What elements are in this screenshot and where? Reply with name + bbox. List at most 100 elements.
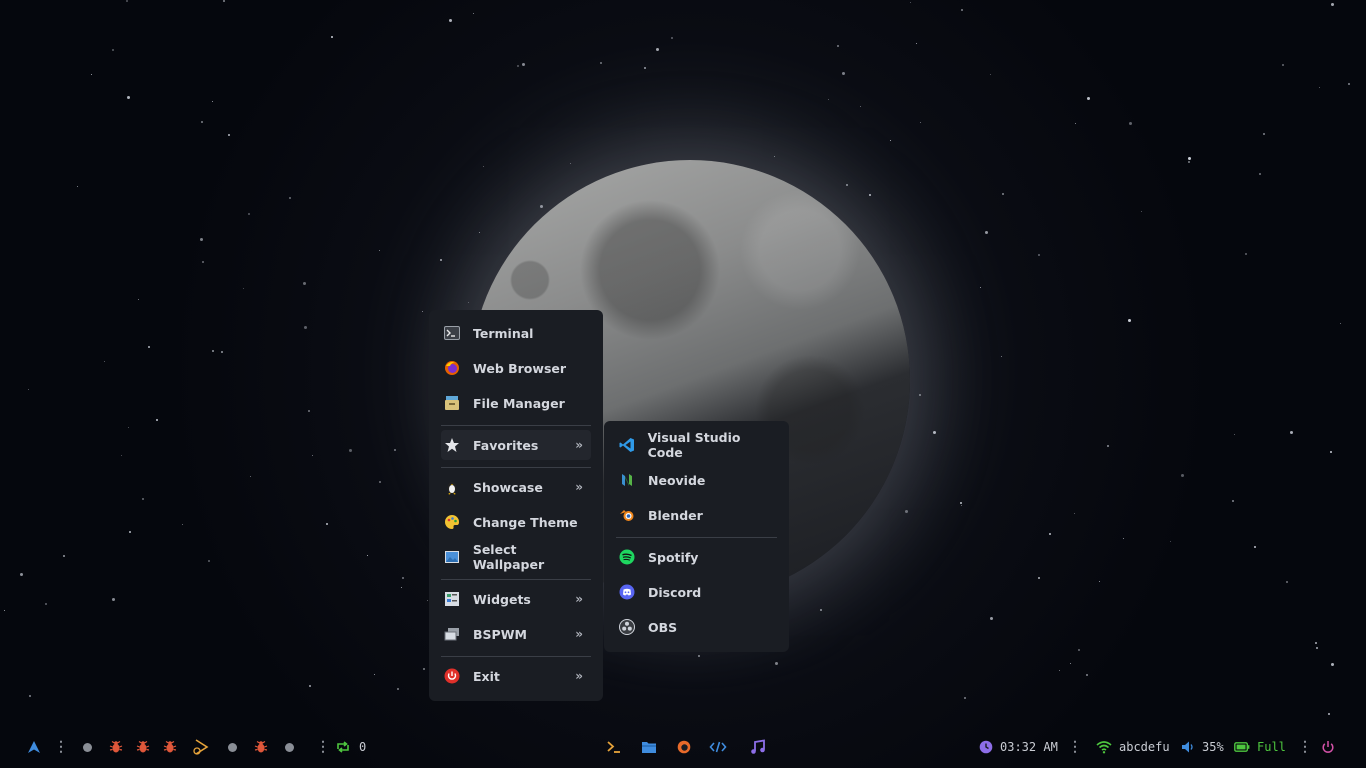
star (517, 65, 519, 67)
submenu-item-vscode[interactable]: Visual Studio Code (616, 430, 777, 460)
bspwm-icon (443, 625, 461, 643)
star (309, 685, 311, 687)
star (1245, 253, 1247, 255)
code-editor-launcher[interactable] (709, 732, 727, 762)
vscode-icon (618, 436, 636, 454)
updates-widget[interactable]: 0 (335, 732, 366, 762)
workspace-1[interactable] (83, 732, 92, 762)
menu-item-favorites[interactable]: Favorites » (441, 430, 591, 460)
menu-item-widgets[interactable]: Widgets » (441, 584, 591, 614)
star (985, 231, 988, 234)
terminal-prompt-icon (607, 741, 620, 753)
workspace-2[interactable] (109, 732, 123, 762)
menu-item-label: Showcase (473, 479, 543, 495)
menu-item-bspwm[interactable]: BSPWM » (441, 619, 591, 649)
star (20, 573, 23, 576)
clock-time: 03:32 AM (1000, 740, 1058, 754)
star (427, 600, 428, 601)
star (468, 302, 469, 303)
submenu-item-obs[interactable]: OBS (616, 612, 777, 642)
workspace-8[interactable] (285, 732, 294, 762)
star (304, 326, 307, 329)
star (961, 9, 963, 11)
submenu-item-spotify[interactable]: Spotify (616, 542, 777, 572)
volume-widget[interactable]: 35% (1181, 732, 1224, 762)
menu-item-file-manager[interactable]: File Manager (441, 388, 591, 418)
star (182, 524, 183, 525)
workspace-3[interactable] (136, 732, 150, 762)
workspace-7[interactable] (254, 732, 268, 762)
separator-dots-icon: ⋮ (316, 739, 330, 755)
star (1340, 323, 1341, 324)
menu-item-change-theme[interactable]: Change Theme (441, 507, 591, 537)
star (540, 205, 543, 208)
menu-item-label: BSPWM (473, 626, 527, 642)
star (600, 62, 602, 64)
clock-widget[interactable]: 03:32 AM (979, 732, 1058, 762)
star (1128, 319, 1131, 322)
power-menu-button[interactable] (1321, 732, 1335, 762)
star-icon (443, 436, 461, 454)
submenu-item-neovide[interactable]: Neovide (616, 465, 777, 495)
submenu-item-label: OBS (648, 619, 678, 635)
workspace-4[interactable] (163, 732, 177, 762)
star (289, 197, 291, 199)
submenu-item-blender[interactable]: Blender (616, 500, 777, 530)
network-widget[interactable]: abcdefu (1096, 732, 1170, 762)
star (990, 74, 991, 75)
star (961, 505, 962, 506)
arch-launcher-icon[interactable] (27, 732, 41, 762)
star (4, 610, 5, 611)
star (200, 238, 203, 241)
file-manager-launcher[interactable] (641, 732, 657, 762)
star (1141, 211, 1142, 212)
updates-count: 0 (359, 740, 367, 754)
star (422, 311, 423, 312)
star (1086, 674, 1088, 676)
menu-item-label: Terminal (473, 325, 534, 341)
star (331, 36, 333, 38)
star (775, 662, 778, 665)
star (656, 48, 659, 51)
menu-item-label: Exit (473, 668, 500, 684)
music-launcher[interactable] (750, 732, 766, 762)
submenu-item-label: Discord (648, 584, 702, 600)
clock-icon (979, 740, 993, 754)
menu-item-exit[interactable]: Exit » (441, 661, 591, 691)
star (960, 502, 962, 504)
star (91, 74, 92, 75)
submenu-item-discord[interactable]: Discord (616, 577, 777, 607)
star (671, 37, 673, 39)
menu-item-select-wallpaper[interactable]: Select Wallpaper (441, 542, 591, 572)
obs-icon (618, 618, 636, 636)
star (980, 287, 981, 288)
menu-item-web-browser[interactable]: Web Browser (441, 353, 591, 383)
workspace-5-active[interactable] (191, 732, 209, 762)
star (308, 410, 310, 412)
battery-widget[interactable]: Full (1234, 732, 1286, 762)
star (1078, 649, 1080, 651)
star (202, 261, 204, 263)
menu-separator (441, 425, 591, 426)
terminal-launcher[interactable] (606, 732, 622, 762)
star (212, 350, 214, 352)
music-note-icon (751, 739, 765, 754)
star (905, 510, 908, 513)
star (1331, 663, 1334, 666)
battery-icon (1234, 742, 1250, 752)
separator-dots-icon: ⋮ (54, 739, 68, 755)
star (312, 455, 313, 456)
star (138, 299, 139, 300)
menu-item-terminal[interactable]: Terminal (441, 318, 591, 348)
star (208, 560, 210, 562)
browser-launcher[interactable] (677, 732, 691, 762)
workspace-6[interactable] (228, 732, 237, 762)
star (910, 2, 911, 3)
menu-item-showcase[interactable]: Showcase » (441, 472, 591, 502)
menu-item-label: File Manager (473, 395, 565, 411)
wifi-network-name: abcdefu (1119, 740, 1170, 754)
star (522, 63, 525, 66)
star (1331, 3, 1334, 6)
star (933, 431, 936, 434)
submenu-arrow-icon: » (575, 438, 583, 452)
